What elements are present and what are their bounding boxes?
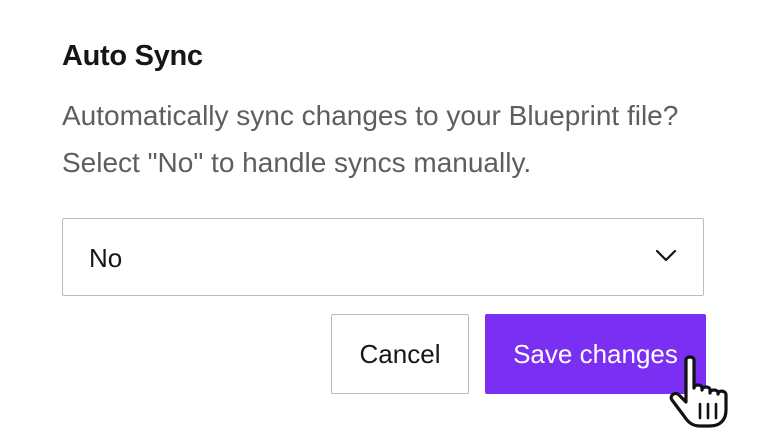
hand-pointer-icon (669, 355, 728, 428)
setting-description: Automatically sync changes to your Bluep… (62, 100, 679, 178)
cancel-button[interactable]: Cancel (331, 314, 469, 394)
auto-sync-panel: Auto Sync Automatically sync changes to … (0, 0, 768, 430)
setting-title: Auto Sync (62, 40, 203, 72)
auto-sync-select[interactable]: No (62, 218, 704, 296)
chevron-down-icon (655, 249, 677, 262)
select-value: No (89, 243, 123, 273)
